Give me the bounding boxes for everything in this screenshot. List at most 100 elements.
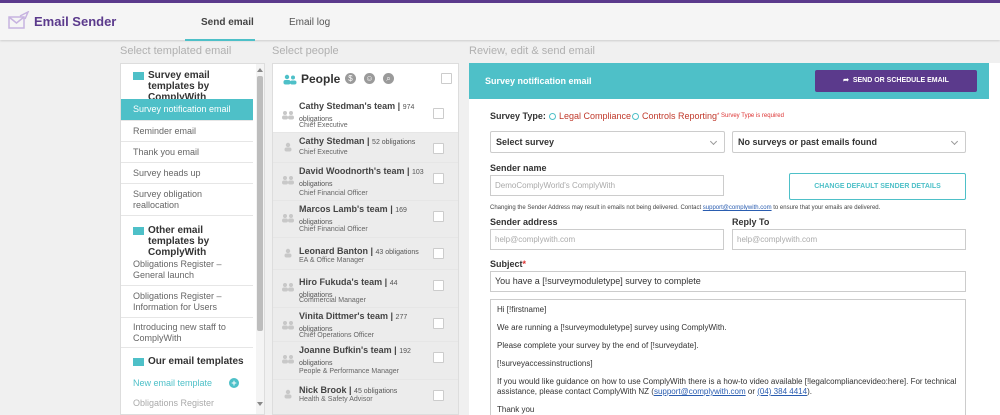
templates-column-heading: Select templated email [120,45,232,57]
app-title: Email Sender [34,14,117,29]
person-name: Nick Brook [299,385,347,395]
radio-controls-reporting[interactable]: Controls Reporting [632,111,717,121]
person-name: Cathy Stedman's team [299,101,396,111]
person-name: Leonard Banton [299,246,368,256]
change-sender-details-button[interactable]: CHANGE DEFAULT SENDER DETAILS [789,173,966,200]
body-line: Hi [!firstname] [497,305,547,314]
obligation-count: 43 obligations [375,249,419,256]
group-filter-icon[interactable]: ☺ [364,73,375,84]
person-row[interactable]: Cathy Stedman's team | 974 obligations C… [273,98,458,133]
template-survey-notification[interactable]: Survey notification email [121,99,253,121]
select-all-checkbox[interactable] [441,73,452,84]
envelope-icon [133,227,144,235]
person-role: EA & Office Manager [299,257,365,264]
envelope-icon [133,358,144,366]
dollar-filter-icon[interactable]: $ [345,73,356,84]
person-icon [284,248,292,258]
template-thank-you[interactable]: Thank you email [121,142,253,163]
selected-template-title: Survey notification email [485,76,592,86]
new-email-template-link[interactable]: New email template + [121,373,253,393]
sender-name-field[interactable]: DemoComplyWorld's ComplyWith [490,175,724,196]
select-survey-dropdown[interactable]: Select survey [490,131,725,153]
template-reminder[interactable]: Reminder email [121,121,253,142]
share-arrow-icon: ➦ [843,77,849,84]
people-panel: People $ ☺ ⌕ Cathy Stedman's team | 974 … [272,63,459,415]
support-email-link[interactable]: support@complywith.com [654,387,746,396]
page-scrollbar[interactable] [989,63,1000,415]
obligation-count: 52 obligations [372,139,416,146]
radio-icon [549,113,556,120]
template-survey-obligation-reallocation[interactable]: Survey obligation reallocation [121,184,253,216]
person-role: Chief Executive [299,122,348,129]
tab-email-log[interactable]: Email log [289,17,330,28]
person-name: Hiro Fukuda's team [299,277,383,287]
active-tab-indicator [185,39,255,41]
person-name: Joanne Bufkin's team [299,345,392,355]
scroll-up-icon[interactable] [257,68,263,72]
person-role: Chief Financial Officer [299,190,368,197]
sender-address-label: Sender address [490,217,558,227]
support-email-link[interactable]: support@complywith.com [703,205,772,211]
people-icon [283,74,297,85]
person-row: Nick Brook | 45 obligations Health & Saf… [273,380,458,414]
person-name: David Woodnorth's team [299,166,405,176]
templates-scrollbar[interactable] [256,64,264,414]
person-role: Commercial Manager [299,297,366,304]
person-checkbox [433,280,444,291]
chevron-down-icon [950,137,959,146]
person-row: Hiro Fukuda's team | 44 obligations Comm… [273,270,458,308]
template-introducing-new-staff[interactable]: Introducing new staff to ComplyWith [121,318,253,348]
person-row: David Woodnorth's team | 103 obligations… [273,163,458,201]
person-role: Chief Operations Officer [299,332,374,339]
person-checkbox [433,248,444,259]
person-row: Cathy Stedman | 52 obligations Chief Exe… [273,133,458,163]
person-name: Vinita Dittmer's team [299,311,389,321]
person-row: Marcos Lamb's team | 169 obligations Chi… [273,201,458,238]
tab-send-email[interactable]: Send email [201,17,254,28]
reply-to-field[interactable]: help@complywith.com [732,229,966,250]
envelope-send-icon [8,11,30,29]
body-line: We are running a [!surveymoduletype] sur… [497,323,727,332]
person-name: Cathy Stedman [299,136,365,146]
reply-to-label: Reply To [732,217,770,227]
sender-address-field[interactable]: help@complywith.com [490,229,724,250]
person-checkbox [433,143,444,154]
survey-type-required-note: * Survey Type is required [717,113,784,119]
team-icon [282,111,294,120]
support-phone-link[interactable]: (04) 384 4414 [757,387,807,396]
template-survey-heads-up[interactable]: Survey heads up [121,163,253,184]
template-register-general-launch[interactable]: Obligations Register – General launch [121,254,253,286]
person-icon [284,142,292,152]
people-title: People [301,72,341,86]
person-checkbox [433,318,444,329]
our-templates-group-header: Our email templates [121,350,253,373]
person-icon [284,389,292,399]
radio-legal-compliance[interactable]: Legal Compliance [549,111,631,121]
template-register-information-users[interactable]: Obligations Register – Information for U… [121,286,253,318]
person-name: Marcos Lamb's team [299,204,388,214]
past-emails-dropdown[interactable]: No surveys or past emails found [732,131,966,153]
person-checkbox [433,352,444,363]
person-checkbox[interactable] [433,108,444,119]
body-line: If you would like guidance on how to use… [497,377,957,396]
person-role: People & Performance Manager [299,368,399,375]
person-role: Chief Executive [299,149,348,156]
template-partial-item[interactable]: Obligations Register [121,393,253,413]
person-role: Chief Financial Officer [299,226,368,233]
search-icon[interactable]: ⌕ [383,73,394,84]
person-checkbox [433,173,444,184]
scroll-down-icon[interactable] [257,402,263,406]
review-header: Survey notification email ➦ SEND OR SCHE… [469,63,1000,99]
person-row: Vinita Dittmer's team | 277 obligations … [273,308,458,342]
subject-label: Subject* [490,259,527,269]
subject-field[interactable]: You have a [!surveymoduletype] survey to… [490,271,966,292]
chevron-down-icon [709,137,718,146]
send-or-schedule-button[interactable]: ➦ SEND OR SCHEDULE EMAIL [815,70,977,92]
person-checkbox [433,390,444,401]
templates-scroll-thumb[interactable] [257,76,263,331]
add-icon[interactable]: + [229,378,239,388]
sender-address-warning: Changing the Sender Address may result i… [490,205,881,211]
people-column-heading: Select people [272,45,339,57]
team-icon [282,355,294,364]
email-body-editor[interactable]: Hi [!firstname] We are running a [!surve… [490,299,966,415]
